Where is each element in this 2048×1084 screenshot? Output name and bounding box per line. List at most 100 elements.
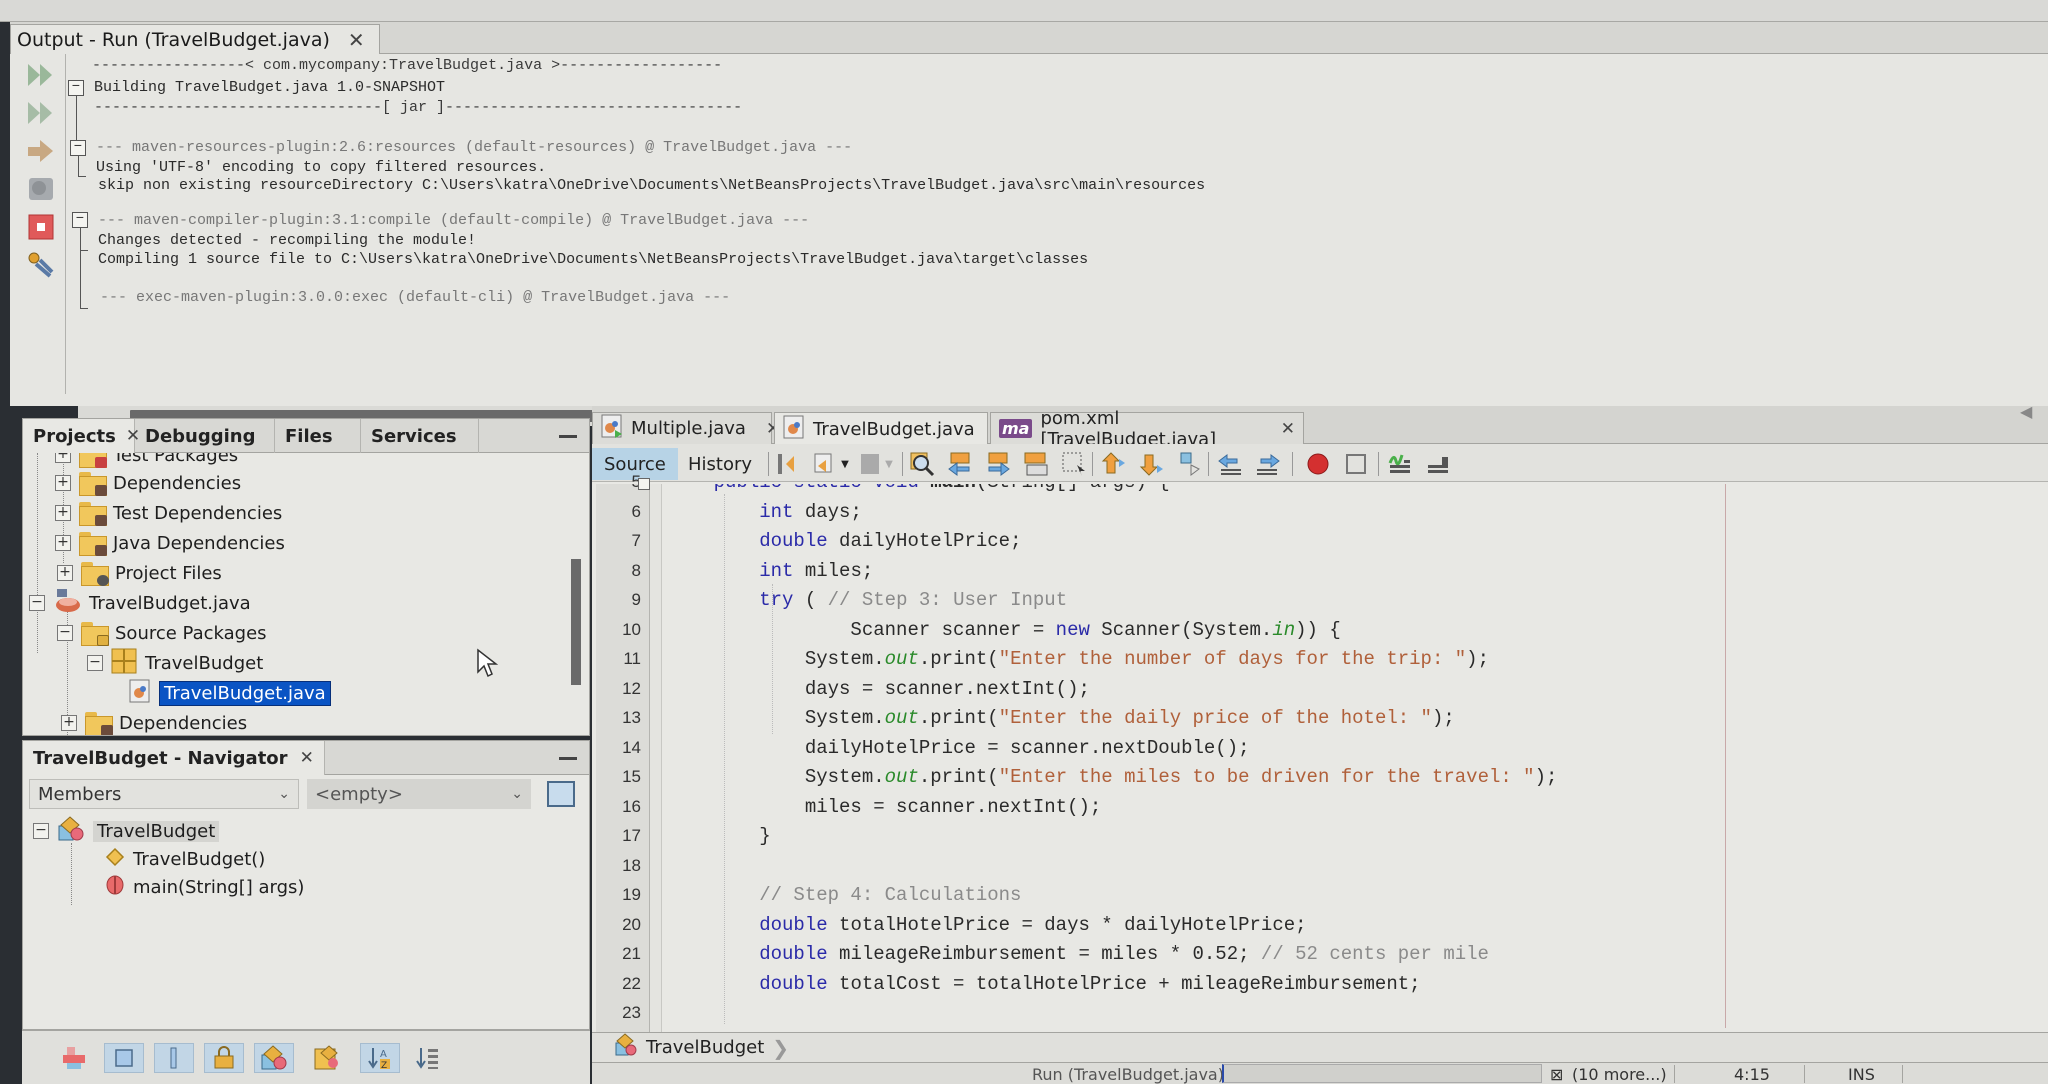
next-icon[interactable] — [24, 136, 58, 166]
code-line[interactable]: double mileageReimbursement = miles * 0.… — [668, 942, 1489, 966]
stop-macro-icon[interactable] — [1342, 450, 1370, 478]
settings-icon[interactable] — [24, 174, 58, 204]
expand-toggle[interactable]: + — [57, 565, 73, 581]
editor-tab-multiple[interactable]: Multiple.java ✕ — [592, 412, 780, 444]
code-line[interactable]: int days; — [668, 500, 862, 524]
code-line[interactable]: // Step 4: Calculations — [668, 883, 1021, 907]
show-static-icon[interactable] — [154, 1043, 194, 1073]
scroll-left-icon[interactable]: ◀ — [2020, 402, 2032, 421]
notification-icon[interactable]: ⊠ — [1550, 1065, 1563, 1084]
code-line[interactable]: System.out.print("Enter the number of da… — [668, 647, 1489, 671]
code-line[interactable]: System.out.print("Enter the miles to be … — [668, 765, 1558, 789]
code-line[interactable]: Scanner scanner = new Scanner(System.in)… — [668, 618, 1340, 642]
progress-bar[interactable] — [1222, 1064, 1542, 1083]
layout-toggle-icon[interactable] — [547, 781, 575, 807]
code-line[interactable]: int miles; — [668, 559, 873, 583]
back-icon[interactable] — [810, 450, 838, 478]
code-editor[interactable]: public static void main(String[] args) {… — [664, 484, 2044, 1032]
code-line[interactable]: double dailyHotelPrice; — [668, 529, 1021, 553]
find-next-icon[interactable] — [984, 450, 1012, 478]
code-line[interactable]: } — [668, 824, 770, 848]
uncomment-icon[interactable] — [1424, 450, 1452, 478]
fold-toggle[interactable]: − — [70, 140, 86, 156]
collapse-toggle[interactable]: − — [87, 655, 103, 671]
tab-files[interactable]: Files — [275, 419, 361, 453]
minimize-button[interactable] — [559, 435, 577, 438]
sort-alpha-icon[interactable]: AZ — [360, 1043, 400, 1073]
expand-toggle[interactable]: + — [55, 535, 71, 551]
last-edit-icon[interactable] — [774, 450, 802, 478]
toggle-bookmark-icon[interactable] — [1176, 450, 1204, 478]
collapse-toggle[interactable]: − — [33, 823, 49, 839]
close-icon[interactable]: ✕ — [300, 748, 314, 768]
code-line[interactable]: dailyHotelPrice = scanner.nextDouble(); — [668, 736, 1250, 760]
previous-bookmark-icon[interactable] — [1100, 450, 1128, 478]
code-line[interactable]: public static void main(String[] args) { — [668, 484, 1170, 494]
tree-item[interactable]: − TravelBudget.java — [29, 588, 251, 617]
insert-mode[interactable]: INS — [1848, 1065, 1875, 1084]
nav-tree-item[interactable]: TravelBudget() — [105, 845, 265, 873]
tree-item[interactable]: + Test Packages — [55, 453, 238, 469]
tree-item[interactable]: + Test Dependencies — [55, 499, 282, 527]
tools-icon[interactable] — [24, 250, 58, 280]
expand-toggle[interactable]: + — [55, 453, 71, 463]
tree-item[interactable]: + Project Files — [57, 559, 222, 587]
nav-tree-item[interactable]: − TravelBudget — [33, 815, 220, 845]
find-icon[interactable] — [908, 450, 936, 478]
code-line[interactable]: double totalHotelPrice = days * dailyHot… — [668, 913, 1306, 937]
sort-source-icon[interactable] — [412, 1043, 444, 1073]
editor-tab-pom[interactable]: ma pom.xml [TravelBudget.java] ✕ — [990, 408, 1304, 450]
filter-dropdown[interactable]: <empty> ⌄ — [307, 779, 531, 809]
projects-vscrollbar-thumb[interactable] — [571, 559, 581, 685]
fold-toggle[interactable]: − — [68, 80, 84, 96]
output-tab[interactable]: Output - Run (TravelBudget.java) ✕ — [10, 24, 380, 54]
expand-toggle[interactable]: + — [61, 715, 77, 731]
rerun-icon[interactable] — [24, 60, 58, 90]
toggle-rect-select-icon[interactable] — [1060, 450, 1088, 478]
tree-item-selected[interactable]: TravelBudget.java — [129, 679, 331, 707]
tree-item[interactable]: − TravelBudget — [87, 648, 263, 677]
tree-item[interactable]: + Dependencies — [61, 709, 247, 735]
code-line[interactable]: days = scanner.nextInt(); — [668, 677, 1090, 701]
code-line[interactable]: try ( // Step 3: User Input — [668, 588, 1067, 612]
shift-right-icon[interactable] — [1254, 450, 1282, 478]
rerun-with-options-icon[interactable] — [24, 98, 58, 128]
tree-item[interactable]: + Dependencies — [55, 469, 241, 497]
show-inner-classes-icon[interactable] — [254, 1043, 294, 1073]
show-inherited-icon[interactable] — [58, 1043, 90, 1073]
show-fields-icon[interactable] — [104, 1043, 144, 1073]
output-text-area[interactable]: − − − -----------------< com.mycompany:T… — [68, 54, 2048, 394]
collapse-toggle[interactable]: − — [29, 595, 45, 611]
code-line[interactable]: double totalCost = totalHotelPrice + mil… — [668, 972, 1420, 996]
editor-tab-travelbudget[interactable]: TravelBudget.java ✕ — [774, 412, 1009, 445]
next-bookmark-icon[interactable] — [1138, 450, 1166, 478]
notifications-more[interactable]: (10 more...) — [1572, 1065, 1667, 1084]
members-dropdown[interactable]: Members ⌄ — [29, 779, 299, 809]
tab-navigator[interactable]: TravelBudget - Navigator ✕ — [23, 741, 325, 775]
shift-left-icon[interactable] — [1216, 450, 1244, 478]
start-macro-icon[interactable] — [1304, 450, 1332, 478]
tree-item[interactable]: + Java Dependencies — [55, 529, 285, 557]
back-dropdown-icon[interactable]: ▼ — [838, 450, 852, 478]
forward-dropdown-icon[interactable]: ▼ — [882, 450, 896, 478]
fold-toggle[interactable] — [638, 478, 650, 490]
tab-debugging[interactable]: Debugging — [135, 419, 275, 453]
fqn-icon[interactable] — [310, 1043, 342, 1073]
comment-icon[interactable] — [1386, 450, 1414, 478]
tree-item[interactable]: − Source Packages — [57, 619, 267, 647]
expand-toggle[interactable]: + — [55, 505, 71, 521]
close-icon[interactable]: ✕ — [348, 28, 365, 52]
fold-column[interactable] — [638, 478, 662, 1032]
toggle-highlight-icon[interactable] — [1022, 450, 1050, 478]
find-previous-icon[interactable] — [946, 450, 974, 478]
minimize-button[interactable] — [559, 757, 577, 760]
collapse-toggle[interactable]: − — [57, 625, 73, 641]
close-icon[interactable]: ✕ — [1281, 419, 1295, 439]
nav-tree-item[interactable]: main(String[] args) — [105, 873, 304, 901]
tab-services[interactable]: Services — [361, 419, 479, 453]
code-line[interactable]: System.out.print("Enter the daily price … — [668, 706, 1455, 730]
show-non-public-icon[interactable] — [204, 1043, 244, 1073]
code-line[interactable]: miles = scanner.nextInt(); — [668, 795, 1101, 819]
tab-projects[interactable]: Projects ✕ — [23, 419, 140, 453]
breadcrumb-item[interactable]: TravelBudget — [646, 1037, 764, 1058]
